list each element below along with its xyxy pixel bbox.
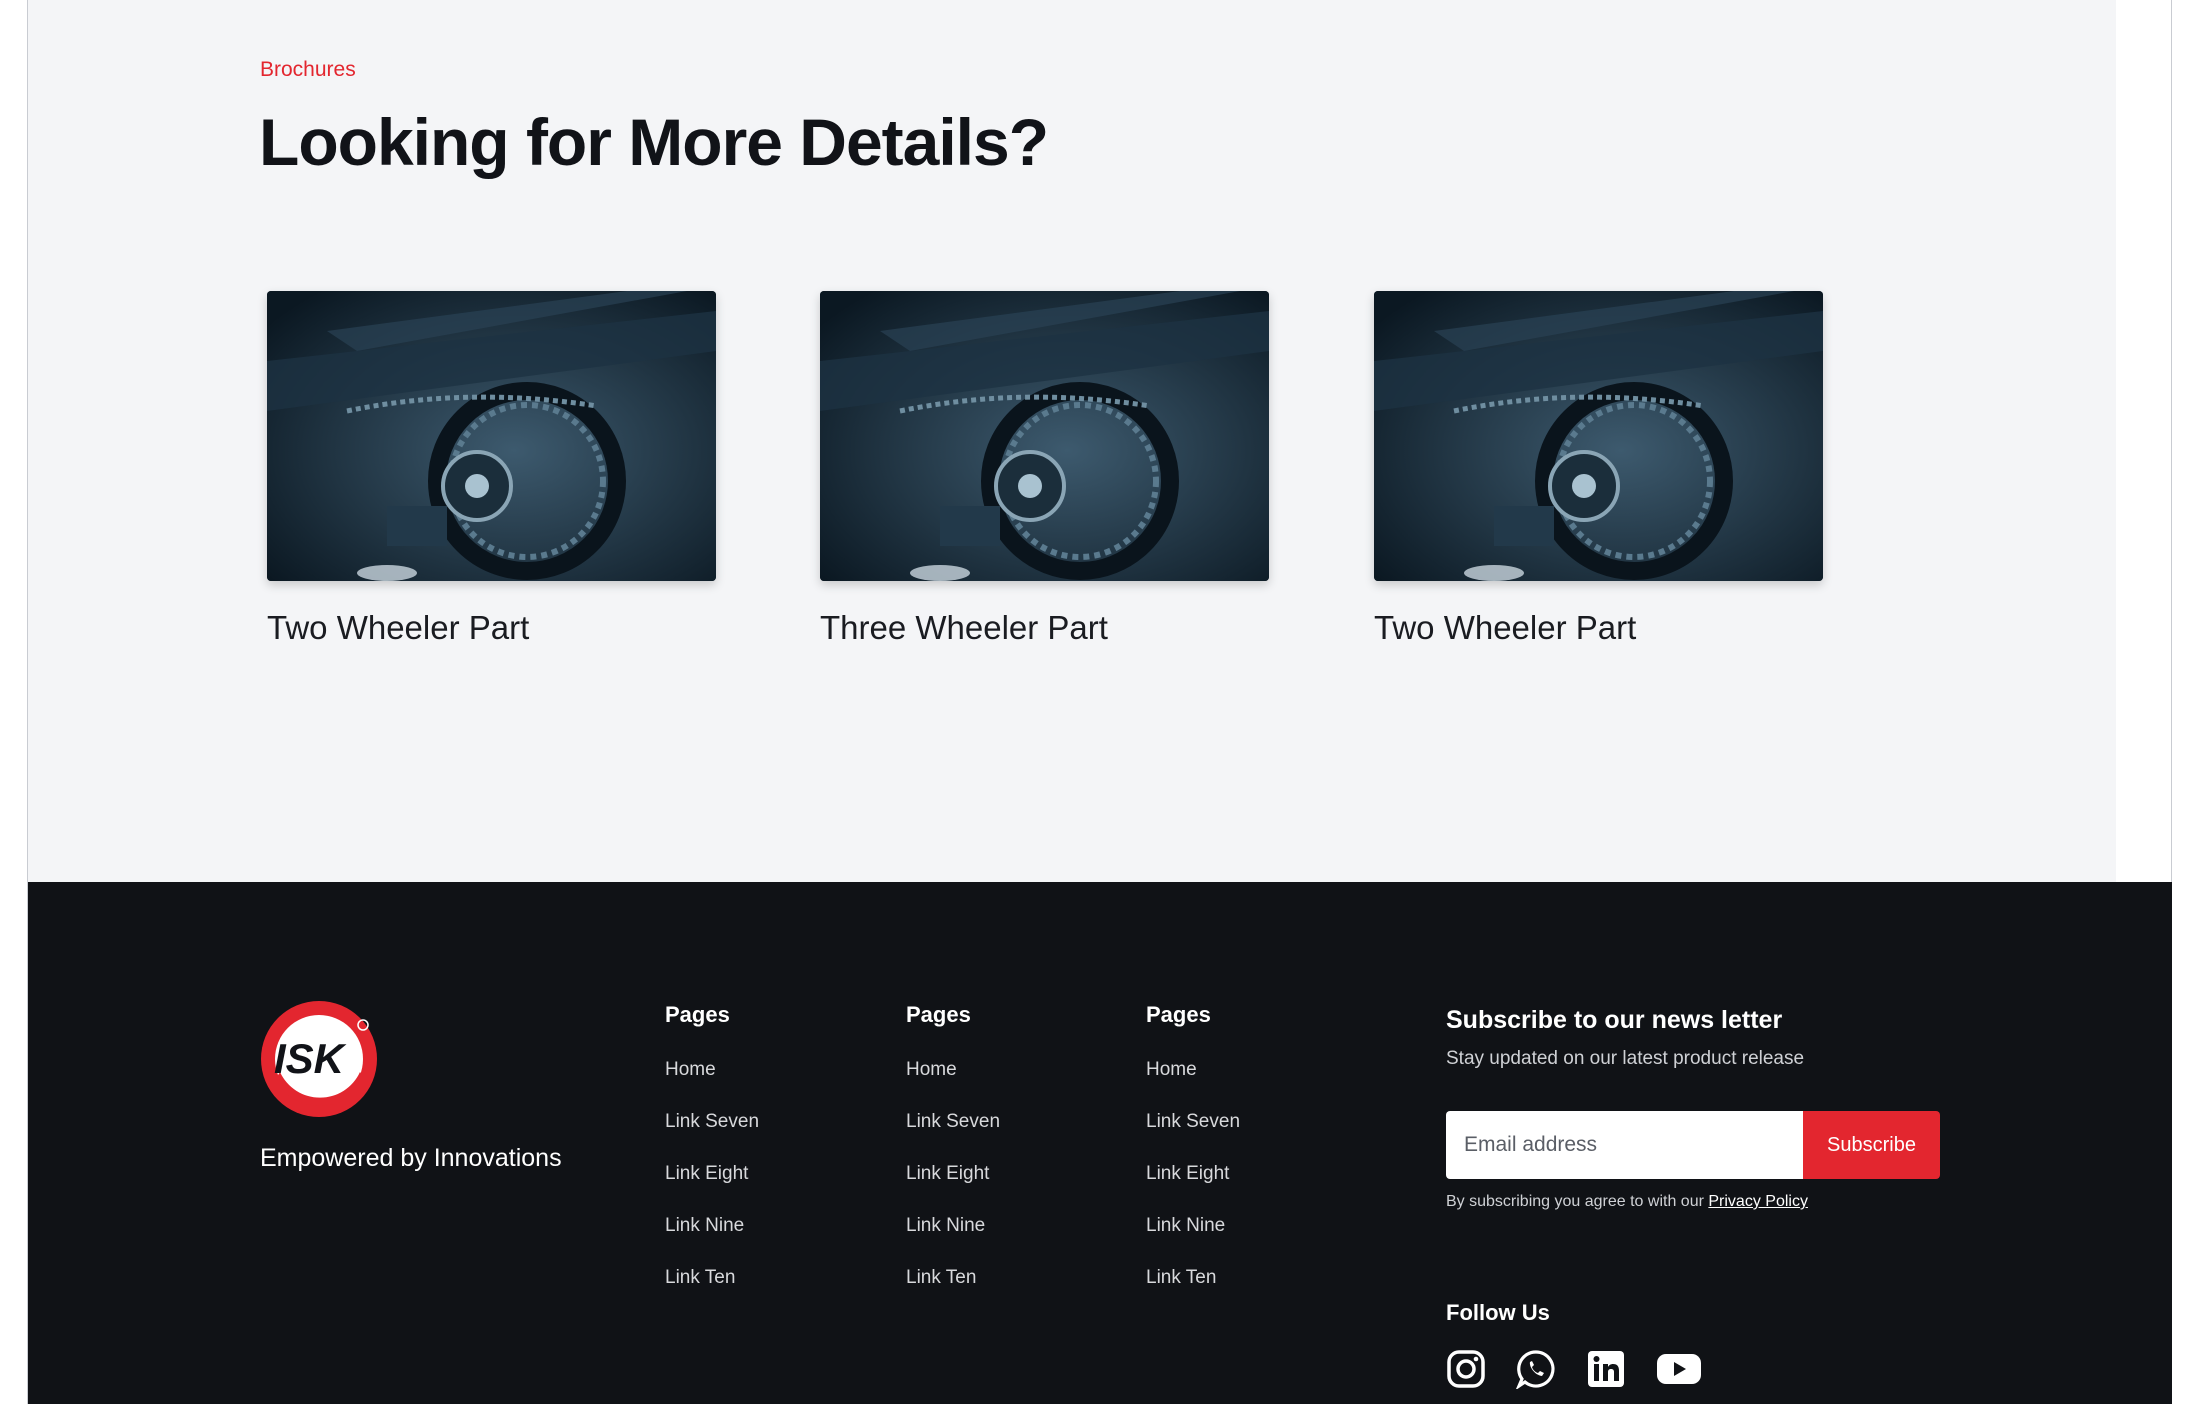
section-eyebrow: Brochures xyxy=(260,58,356,81)
brochure-card[interactable]: Three Wheeler Part xyxy=(820,291,1269,647)
footer-column-title: Pages xyxy=(665,1002,730,1027)
subscribe-button[interactable]: Subscribe xyxy=(1803,1111,1940,1179)
footer-link-nine[interactable]: Link Nine xyxy=(906,1216,1106,1268)
footer-column: Pages Home Link Seven Link Eight Link Ni… xyxy=(1146,1002,1346,1320)
footer-link-eight[interactable]: Link Eight xyxy=(665,1164,865,1216)
whatsapp-icon[interactable] xyxy=(1516,1349,1556,1389)
newsletter-form: Subscribe xyxy=(1446,1111,1940,1179)
email-input[interactable] xyxy=(1446,1111,1803,1179)
site-footer: ISK Empowered by Innovations Pages Home … xyxy=(28,882,2172,1404)
footer-link-seven[interactable]: Link Seven xyxy=(1146,1112,1346,1164)
brochure-image[interactable] xyxy=(1374,291,1823,581)
consent-text: By subscribing you agree to with our xyxy=(1446,1193,1704,1210)
follow-title: Follow Us xyxy=(1446,1300,1550,1325)
isk-logo[interactable]: ISK xyxy=(260,1000,378,1118)
footer-link-ten[interactable]: Link Ten xyxy=(1146,1268,1346,1320)
privacy-policy-link[interactable]: Privacy Policy xyxy=(1708,1193,1808,1210)
footer-tagline: Empowered by Innovations xyxy=(260,1144,562,1172)
instagram-icon[interactable] xyxy=(1446,1349,1486,1389)
brochure-image[interactable] xyxy=(267,291,716,581)
youtube-icon[interactable] xyxy=(1655,1349,1703,1389)
footer-link-seven[interactable]: Link Seven xyxy=(906,1112,1106,1164)
footer-link-eight[interactable]: Link Eight xyxy=(906,1164,1106,1216)
footer-link-eight[interactable]: Link Eight xyxy=(1146,1164,1346,1216)
footer-column: Pages Home Link Seven Link Eight Link Ni… xyxy=(665,1002,865,1320)
newsletter-consent: By subscribing you agree to with our Pri… xyxy=(1446,1193,1808,1211)
section-title: Looking for More Details? xyxy=(259,105,1049,179)
footer-link-home[interactable]: Home xyxy=(1146,1060,1346,1112)
footer-link-seven[interactable]: Link Seven xyxy=(665,1112,865,1164)
footer-column-title: Pages xyxy=(906,1002,971,1027)
footer-column: Pages Home Link Seven Link Eight Link Ni… xyxy=(906,1002,1106,1320)
footer-link-nine[interactable]: Link Nine xyxy=(665,1216,865,1268)
footer-link-home[interactable]: Home xyxy=(906,1060,1106,1112)
logo-text: ISK xyxy=(274,1035,347,1082)
brochure-card[interactable]: Two Wheeler Part xyxy=(1374,291,1823,647)
footer-link-home[interactable]: Home xyxy=(665,1060,865,1112)
brochure-card-label[interactable]: Two Wheeler Part xyxy=(1374,609,1823,647)
footer-link-ten[interactable]: Link Ten xyxy=(665,1268,865,1320)
footer-link-nine[interactable]: Link Nine xyxy=(1146,1216,1346,1268)
newsletter-title: Subscribe to our news letter xyxy=(1446,1006,1783,1034)
linkedin-icon[interactable] xyxy=(1586,1349,1626,1389)
footer-link-ten[interactable]: Link Ten xyxy=(906,1268,1106,1320)
brochure-image[interactable] xyxy=(820,291,1269,581)
brochure-card-label[interactable]: Three Wheeler Part xyxy=(820,609,1269,647)
brochure-card-label[interactable]: Two Wheeler Part xyxy=(267,609,716,647)
brochure-card[interactable]: Two Wheeler Part xyxy=(267,291,716,647)
footer-column-title: Pages xyxy=(1146,1002,1211,1027)
newsletter-subtitle: Stay updated on our latest product relea… xyxy=(1446,1048,1805,1069)
